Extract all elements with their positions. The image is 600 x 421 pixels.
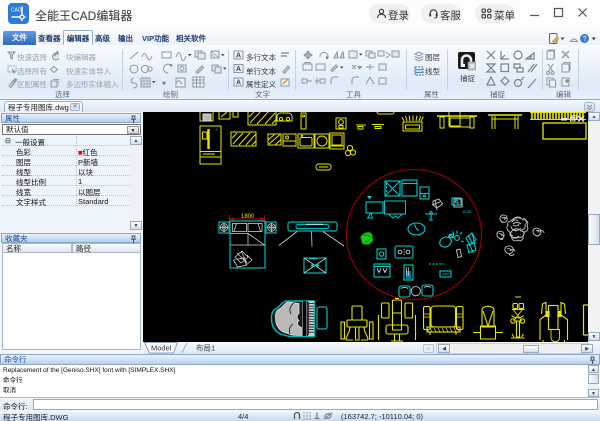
svg-text:布局1: 布局1 — [196, 343, 215, 353]
svg-text:A: A — [236, 66, 241, 73]
svg-text:A: A — [236, 53, 241, 60]
svg-text:Model: Model — [151, 344, 172, 353]
svg-text:1800: 1800 — [241, 214, 255, 220]
svg-text:B-08: B-08 — [463, 209, 472, 214]
svg-text:?: ? — [583, 36, 587, 43]
svg-text:CAD: CAD — [11, 8, 22, 14]
svg-text:A: A — [236, 80, 241, 87]
